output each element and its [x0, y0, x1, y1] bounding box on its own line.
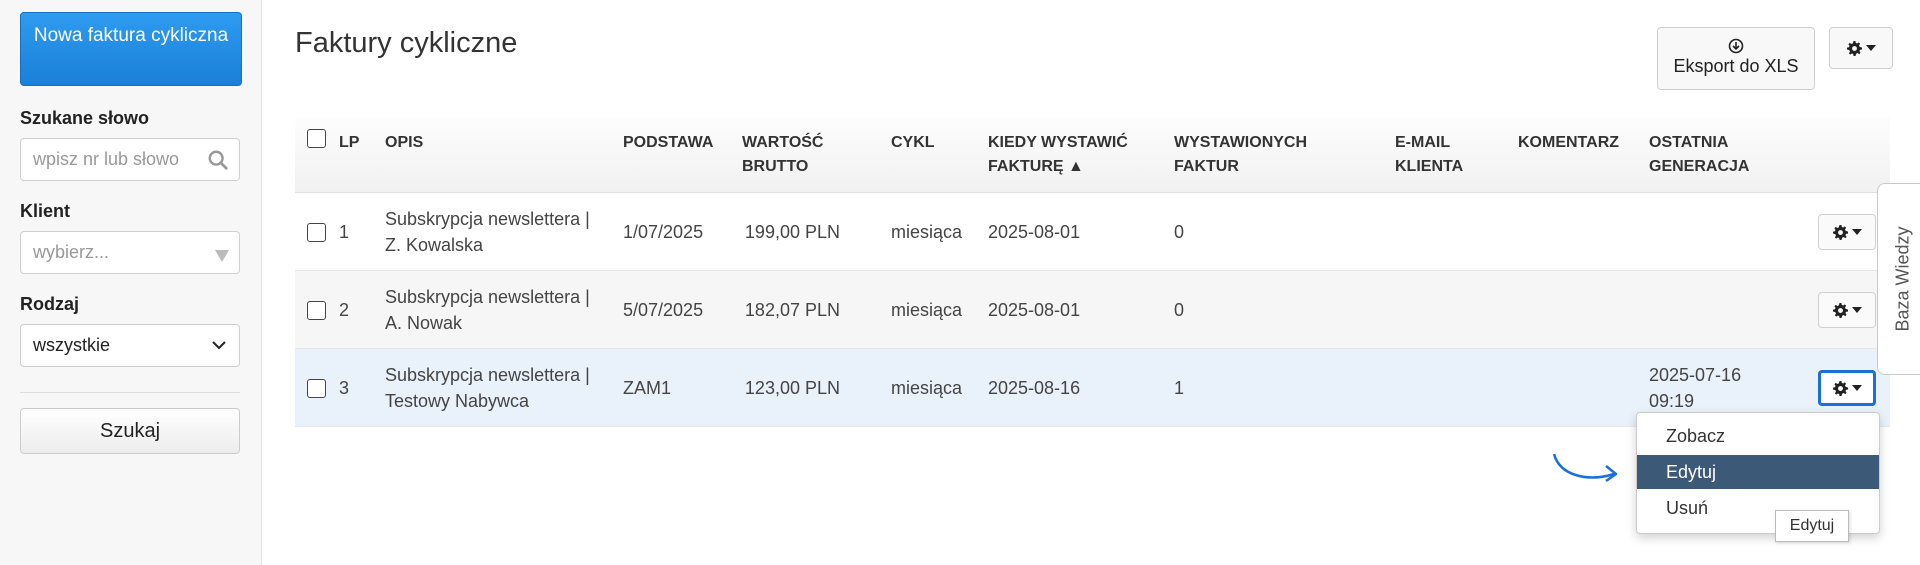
caret-down-icon: [1865, 45, 1876, 51]
col-komentarz[interactable]: KOMENTARZ: [1518, 131, 1619, 155]
col-email-line2: KLIENTA: [1395, 158, 1464, 175]
cell-opis-line1: Subskrypcja newslettera |: [385, 365, 590, 385]
cell-wartosc: 182,07 PLN: [744, 300, 840, 320]
cell-kiedy: 2025-08-01: [988, 300, 1081, 320]
caret-down-icon: [1851, 307, 1862, 313]
client-label: Klient: [20, 201, 71, 221]
gear-icon: [1832, 302, 1848, 318]
curved-arrow-icon: [1552, 453, 1618, 483]
col-wystawionych-line2: FAKTUR: [1174, 158, 1239, 175]
cell-opis[interactable]: Subskrypcja newslettera | Testowy Nabywca: [385, 362, 590, 414]
table-row: 2 Subskrypcja newslettera | A. Nowak 5/07…: [295, 271, 1890, 349]
knowledge-base-tab[interactable]: Baza Wiedzy: [1877, 183, 1920, 375]
search-placeholder: wpisz nr lub słowo: [33, 149, 180, 169]
caret-down-icon: [1851, 385, 1862, 391]
cell-opis-line2: Z. Kowalska: [385, 235, 484, 255]
cell-wystawionych: 1: [1174, 378, 1185, 398]
cell-kiedy: 2025-08-01: [988, 222, 1081, 242]
gear-icon: [1832, 224, 1848, 240]
cell-wartosc: 199,00 PLN: [744, 222, 840, 242]
col-ostatnia[interactable]: OSTATNIA GENERACJA: [1649, 131, 1749, 179]
col-wartosc[interactable]: WARTOŚĆ BRUTTO: [742, 131, 823, 179]
cell-podstawa: ZAM1: [623, 378, 672, 398]
search-button[interactable]: Szukaj: [20, 408, 240, 454]
table-row: 1 Subskrypcja newslettera | Z. Kowalska 1…: [295, 193, 1890, 271]
row-checkbox[interactable]: [307, 223, 326, 242]
cell-podstawa: 1/07/2025: [623, 222, 704, 242]
download-icon: [1728, 38, 1744, 54]
col-kiedy-line2: FAKTURĘ ▲: [988, 158, 1084, 175]
cell-lp: 2: [339, 300, 350, 320]
menu-item-zobacz[interactable]: Zobacz: [1637, 419, 1879, 453]
sidebar-divider: [20, 392, 240, 393]
col-email-line1: E-MAIL: [1395, 134, 1451, 151]
cell-podstawa: 5/07/2025: [623, 300, 704, 320]
col-cykl[interactable]: CYKL: [891, 131, 935, 155]
triangle-down-icon: [215, 250, 229, 262]
caret-down-icon: [1851, 229, 1862, 235]
invoices-table: LP OPIS PODSTAWA WARTOŚĆ BRUTTO CYKL KIED…: [295, 117, 1890, 427]
cell-wystawionych: 0: [1174, 222, 1185, 242]
row-actions-button-active[interactable]: [1818, 370, 1876, 406]
cell-opis-line1: Subskrypcja newslettera |: [385, 209, 590, 229]
cell-wystawionych: 0: [1174, 300, 1185, 320]
gear-icon: [1846, 40, 1862, 56]
cell-ostatnia: 2025-07-16 09:19: [1649, 362, 1741, 414]
cell-opis[interactable]: Subskrypcja newslettera | Z. Kowalska: [385, 206, 590, 258]
sidebar: Nowa faktura cykliczna Szukane słowo wpi…: [0, 0, 262, 565]
cell-kiedy: 2025-08-16: [988, 378, 1081, 398]
cell-opis-line1: Subskrypcja newslettera |: [385, 287, 590, 307]
row-checkbox[interactable]: [307, 301, 326, 320]
cell-opis[interactable]: Subskrypcja newslettera | A. Nowak: [385, 284, 590, 336]
client-placeholder: wybierz...: [33, 242, 110, 262]
cell-wartosc: 123,00 PLN: [744, 378, 840, 398]
menu-item-edytuj[interactable]: Edytuj: [1637, 455, 1879, 489]
col-wystawionych[interactable]: WYSTAWIONYCH FAKTUR: [1174, 131, 1307, 179]
col-email[interactable]: E-MAIL KLIENTA: [1395, 131, 1463, 179]
table-header: LP OPIS PODSTAWA WARTOŚĆ BRUTTO CYKL KIED…: [295, 117, 1890, 193]
cell-ostatnia-time: 09:19: [1649, 391, 1695, 411]
row-actions-button[interactable]: [1818, 214, 1876, 250]
col-wartosc-line1: WARTOŚĆ: [742, 134, 824, 151]
cell-ostatnia-date: 2025-07-16: [1649, 365, 1742, 385]
select-all-checkbox[interactable]: [307, 129, 326, 148]
app: Nowa faktura cykliczna Szukane słowo wpi…: [0, 0, 1920, 565]
knowledge-base-label: Baza Wiedzy: [1892, 226, 1912, 332]
cell-opis-line2: A. Nowak: [385, 313, 463, 333]
type-label: Rodzaj: [20, 294, 80, 314]
search-icon: [208, 150, 228, 170]
cell-cykl: miesiąca: [891, 300, 963, 320]
gear-icon: [1832, 380, 1848, 396]
col-podstawa[interactable]: PODSTAWA: [623, 131, 713, 155]
col-wystawionych-line1: WYSTAWIONYCH: [1174, 134, 1308, 151]
col-ostatnia-line2: GENERACJA: [1649, 158, 1750, 175]
cell-opis-line2: Testowy Nabywca: [385, 391, 530, 411]
cell-lp: 1: [339, 222, 350, 242]
tooltip: Edytuj: [1775, 510, 1849, 542]
col-kiedy-line1: KIEDY WYSTAWIĆ: [988, 134, 1128, 151]
row-actions-button[interactable]: [1818, 292, 1876, 328]
col-wartosc-line2: BRUTTO: [742, 158, 809, 175]
client-select[interactable]: wybierz...: [20, 231, 240, 274]
col-opis[interactable]: OPIS: [385, 131, 423, 155]
col-ostatnia-line1: OSTATNIA: [1649, 134, 1729, 151]
export-xls-label: Eksport do XLS: [1673, 56, 1799, 76]
page-title: Faktury cykliczne: [295, 27, 518, 59]
col-lp[interactable]: LP: [339, 131, 359, 155]
type-select-value: wszystkie: [33, 335, 111, 355]
search-label: Szukane słowo: [20, 108, 150, 128]
type-select[interactable]: wszystkie: [20, 324, 240, 367]
export-xls-button[interactable]: Eksport do XLS: [1657, 27, 1815, 90]
settings-menu-button[interactable]: [1829, 27, 1893, 69]
search-input[interactable]: wpisz nr lub słowo: [20, 138, 240, 181]
col-kiedy[interactable]: KIEDY WYSTAWIĆ FAKTURĘ ▲: [988, 131, 1128, 179]
chevron-down-icon: [212, 341, 226, 350]
new-recurring-invoice-button[interactable]: Nowa faktura cykliczna: [20, 12, 242, 86]
row-checkbox[interactable]: [307, 379, 326, 398]
cell-lp: 3: [339, 378, 350, 398]
cell-cykl: miesiąca: [891, 378, 963, 398]
cell-cykl: miesiąca: [891, 222, 963, 242]
